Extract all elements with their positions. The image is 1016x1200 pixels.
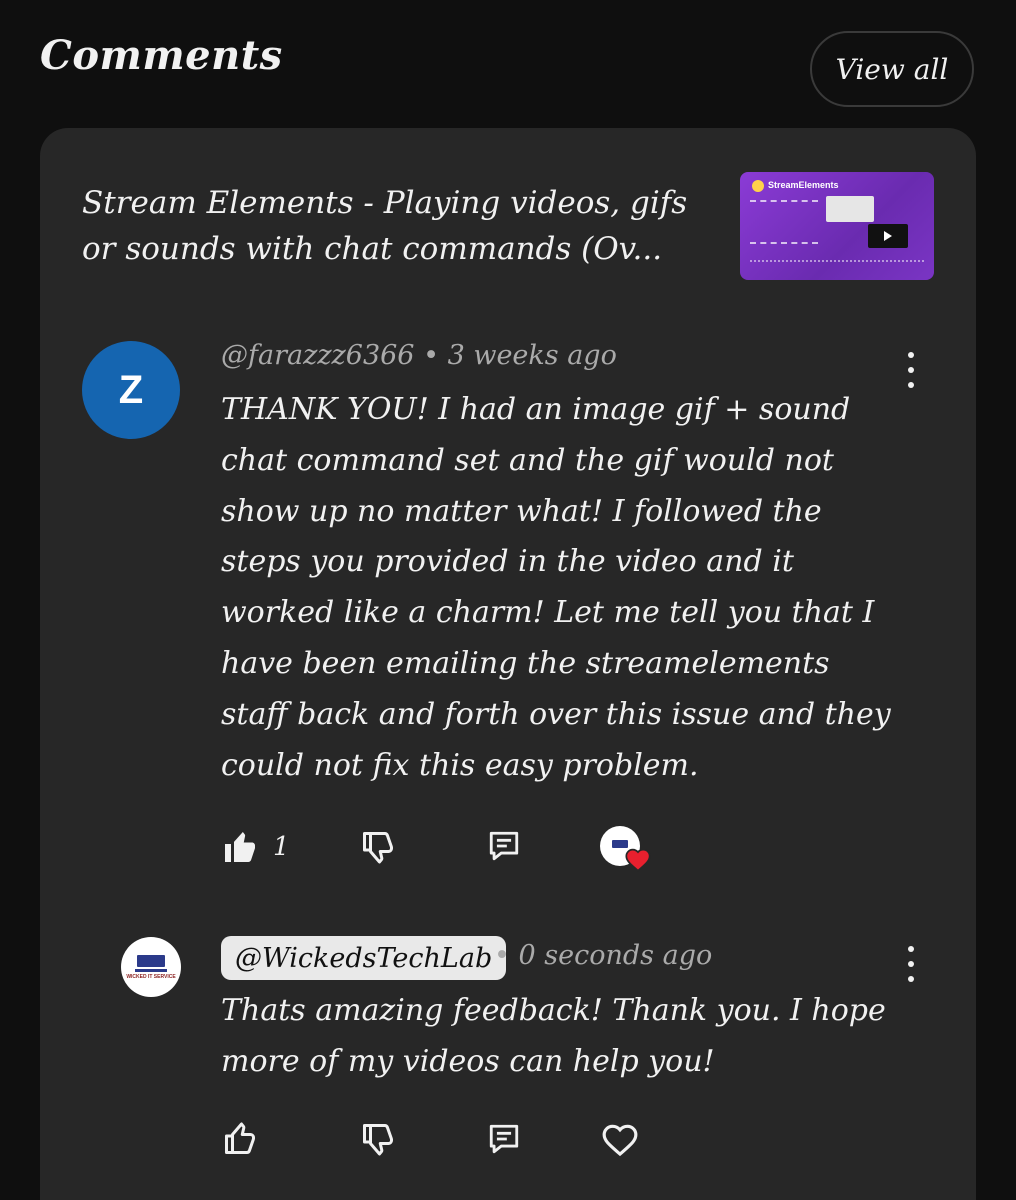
comment-time: 3 weeks ago [447, 340, 617, 371]
wicked-logo-text: WICKED IT SERVICE [126, 974, 176, 980]
comment-reply-icon [489, 1124, 519, 1154]
comment-text: THANK YOU! I had an image gif + sound ch… [221, 392, 891, 783]
dislike-button[interactable] [359, 829, 397, 865]
thumbs-down-icon [363, 832, 393, 864]
wicked-logo-icon [137, 955, 165, 967]
more-options-icon[interactable] [901, 352, 921, 388]
thumbnail-screenshot [826, 196, 874, 222]
heart-outline-icon [602, 1124, 638, 1157]
reply-dislike-button[interactable] [359, 1121, 397, 1157]
video-title[interactable]: Stream Elements - Playing videos, gifs o… [82, 180, 722, 272]
comment-author[interactable]: @farazzz6366 [221, 340, 414, 371]
video-thumbnail[interactable]: StreamElements [740, 172, 934, 280]
reply-button[interactable] [487, 829, 521, 863]
thumbnail-handwriting [750, 200, 818, 244]
thumbnail-footer [750, 260, 924, 268]
thumbs-down-icon [363, 1124, 393, 1156]
avatar[interactable]: Z [82, 341, 180, 439]
thumbnail-brand: StreamElements [768, 180, 839, 190]
reply-heart-button[interactable] [601, 1121, 639, 1157]
reply-more-options-icon[interactable] [901, 946, 921, 982]
comment-meta: @farazzz6366 • 3 weeks ago [221, 340, 617, 371]
thumbs-up-icon [225, 1122, 255, 1154]
like-button[interactable]: 1 [221, 829, 290, 865]
streamelements-logo-icon [752, 180, 764, 192]
thumbs-up-filled-icon [225, 832, 255, 862]
like-count: 1 [273, 832, 290, 862]
reply-avatar[interactable]: WICKED IT SERVICE [121, 937, 181, 997]
wicked-logo-bar [135, 969, 167, 972]
heart-icon [625, 848, 651, 872]
creator-heart-button[interactable] [598, 826, 654, 874]
reply-author-badge[interactable]: @WickedsTechLab [221, 936, 507, 980]
view-all-button[interactable]: View all [810, 31, 974, 107]
page-title: Comments [40, 32, 283, 79]
meta-separator: • [414, 340, 448, 371]
play-icon [868, 224, 908, 248]
comment-reply-icon [489, 831, 519, 861]
reply-like-button[interactable] [221, 1121, 259, 1157]
reply-reply-button[interactable] [487, 1122, 521, 1156]
reply-time: • 0 seconds ago [494, 940, 713, 971]
reply-text: Thats amazing feedback! Thank you. I hop… [221, 993, 886, 1079]
